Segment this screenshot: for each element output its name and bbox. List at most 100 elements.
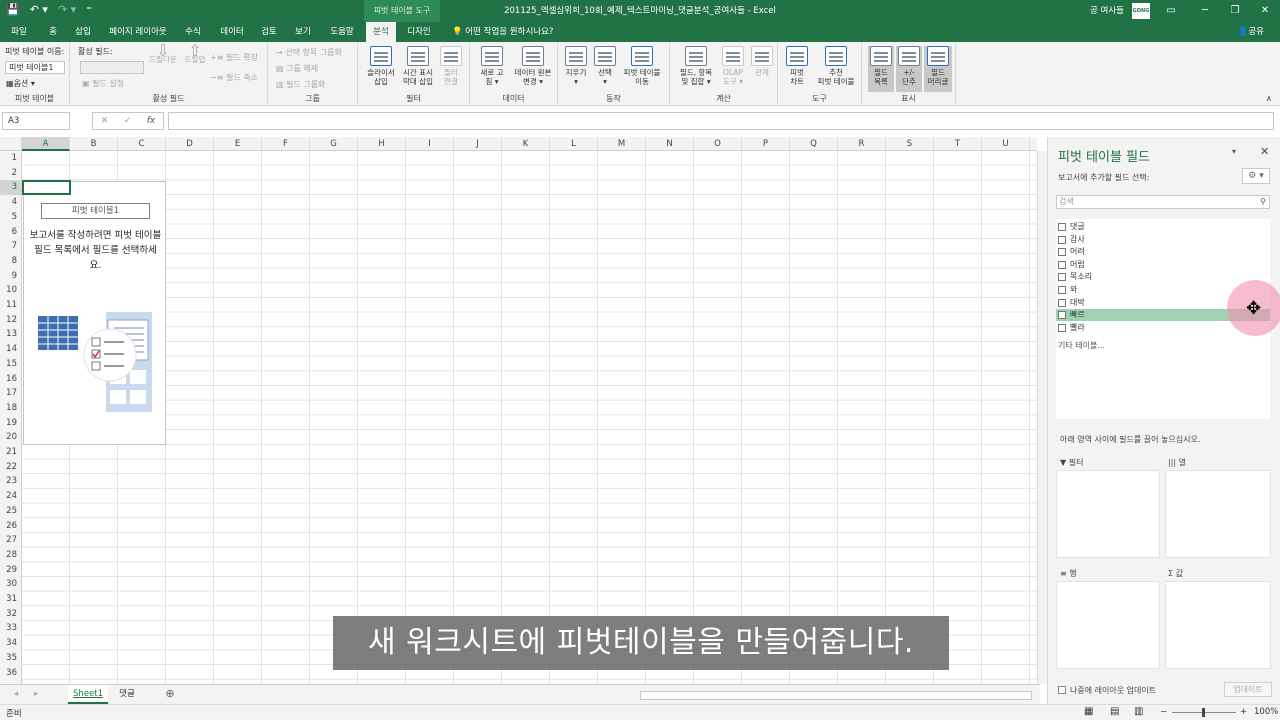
- row-header[interactable]: 28: [0, 548, 22, 563]
- row-header[interactable]: 2: [0, 166, 22, 181]
- group-selection-button[interactable]: → 선택 항목 그룹화: [276, 47, 342, 58]
- row-header[interactable]: 23: [0, 474, 22, 489]
- fields-items-sets-button[interactable]: 필드, 항목 및 집합 ▾: [674, 46, 718, 86]
- row-header[interactable]: 7: [0, 239, 22, 254]
- sheet-tab-comments[interactable]: 댓글: [112, 685, 142, 704]
- field-item[interactable]: 어려: [1056, 246, 1270, 258]
- normal-view-icon[interactable]: ▦: [1084, 706, 1093, 717]
- select-all-corner[interactable]: [0, 137, 22, 151]
- row-header[interactable]: 25: [0, 504, 22, 519]
- tab-review[interactable]: 검토: [254, 22, 284, 42]
- add-sheet-button[interactable]: ⊕: [162, 685, 178, 704]
- column-header[interactable]: J: [454, 137, 502, 151]
- column-header[interactable]: H: [358, 137, 406, 151]
- collapse-field-button[interactable]: −≡ 필드 축소: [210, 72, 258, 83]
- ribbon-display-options-icon[interactable]: ▭: [1156, 0, 1186, 22]
- share-button[interactable]: 👤공유: [1238, 22, 1264, 42]
- ungroup-button[interactable]: ▤ 그룹 해제: [276, 63, 318, 74]
- zoom-out-icon[interactable]: −: [1160, 707, 1167, 717]
- row-header[interactable]: 21: [0, 445, 22, 460]
- undo-icon[interactable]: ↶ ▾: [30, 3, 48, 16]
- close-button[interactable]: ✕: [1250, 0, 1280, 22]
- pane-options-icon[interactable]: ▾: [1232, 147, 1236, 156]
- row-header[interactable]: 17: [0, 386, 22, 401]
- collapse-ribbon-icon[interactable]: ∧: [1266, 94, 1272, 103]
- field-search-input[interactable]: 검색 ⚲: [1056, 195, 1270, 209]
- tab-view[interactable]: 보기: [288, 22, 318, 42]
- values-area[interactable]: [1165, 581, 1271, 669]
- pivot-placeholder[interactable]: 피벗 테이블1 보고서를 작성하려면 피벗 테이블 필드 목록에서 필드를 선택…: [23, 181, 166, 445]
- plus-minus-buttons-toggle[interactable]: +/- 단추: [896, 46, 922, 92]
- field-checkbox[interactable]: [1058, 286, 1066, 294]
- insert-timeline-button[interactable]: 시간 표시 막대 삽입: [400, 46, 436, 86]
- pivotchart-button[interactable]: 피벗 차트: [782, 46, 812, 86]
- expand-field-button[interactable]: +≡ 필드 확장: [210, 52, 258, 63]
- zoom-in-icon[interactable]: +: [1240, 707, 1247, 717]
- field-checkbox[interactable]: [1058, 248, 1066, 256]
- insert-slicer-button[interactable]: 슬라이서 삽입: [362, 46, 400, 86]
- column-header[interactable]: B: [70, 137, 118, 151]
- move-pivottable-button[interactable]: 피벗 테이블 이동: [618, 46, 666, 86]
- horizontal-scrollbar[interactable]: [640, 691, 1032, 700]
- column-header[interactable]: A: [22, 137, 70, 151]
- olap-tools-button[interactable]: OLAP 도구 ▾: [718, 46, 748, 86]
- options-button[interactable]: ▦옵션 ▾: [6, 78, 35, 89]
- gear-icon[interactable]: ⚙ ▾: [1242, 168, 1270, 184]
- save-icon[interactable]: 💾: [6, 3, 20, 16]
- row-header[interactable]: 19: [0, 416, 22, 431]
- column-header[interactable]: I: [406, 137, 454, 151]
- row-header[interactable]: 34: [0, 636, 22, 651]
- row-header[interactable]: 31: [0, 592, 22, 607]
- field-settings-button[interactable]: ▣ 필드 설정: [82, 78, 124, 89]
- cell-area[interactable]: [22, 151, 1037, 684]
- formula-input[interactable]: [168, 112, 1274, 130]
- relationships-button[interactable]: 관계: [748, 46, 776, 77]
- pivot-name-input[interactable]: 피벗 테이블1: [5, 61, 65, 74]
- active-field-input[interactable]: [80, 61, 144, 74]
- page-break-view-icon[interactable]: ▥: [1134, 706, 1143, 717]
- row-header[interactable]: 18: [0, 401, 22, 416]
- rows-area[interactable]: [1056, 581, 1160, 669]
- drill-up-button[interactable]: ⇧ 드릴업: [182, 43, 208, 65]
- defer-layout-update[interactable]: 나중에 레이아웃 업데이트: [1058, 685, 1156, 696]
- row-header[interactable]: 35: [0, 651, 22, 666]
- close-icon[interactable]: ✕: [1260, 145, 1269, 158]
- update-button[interactable]: 업데이트: [1224, 682, 1272, 697]
- row-header[interactable]: 9: [0, 269, 22, 284]
- field-checkbox[interactable]: [1058, 324, 1066, 332]
- field-item[interactable]: 댓글: [1056, 221, 1270, 233]
- row-header[interactable]: 12: [0, 313, 22, 328]
- column-header[interactable]: E: [214, 137, 262, 151]
- column-header[interactable]: M: [598, 137, 646, 151]
- column-header[interactable]: N: [646, 137, 694, 151]
- column-header[interactable]: P: [742, 137, 790, 151]
- column-header[interactable]: S: [886, 137, 934, 151]
- zoom-slider-thumb[interactable]: [1202, 708, 1205, 717]
- tab-formulas[interactable]: 수식: [178, 22, 208, 42]
- filter-connections-button[interactable]: 필터 연결: [438, 46, 464, 86]
- tab-insert[interactable]: 삽입: [68, 22, 98, 42]
- column-header[interactable]: F: [262, 137, 310, 151]
- field-checkbox[interactable]: [1058, 299, 1066, 307]
- avatar[interactable]: GONG: [1132, 3, 1150, 19]
- row-header[interactable]: 15: [0, 357, 22, 372]
- customize-qat-icon[interactable]: ⁼: [86, 3, 92, 16]
- tab-design[interactable]: 디자인: [400, 22, 438, 42]
- vertical-scrollbar[interactable]: [1037, 151, 1047, 684]
- tab-data[interactable]: 데이터: [214, 22, 250, 42]
- column-header[interactable]: C: [118, 137, 166, 151]
- minimize-button[interactable]: ─: [1190, 0, 1220, 22]
- column-header[interactable]: G: [310, 137, 358, 151]
- columns-area[interactable]: [1165, 470, 1271, 558]
- row-header[interactable]: 22: [0, 460, 22, 475]
- row-header[interactable]: 24: [0, 489, 22, 504]
- row-header[interactable]: 6: [0, 225, 22, 240]
- enter-icon[interactable]: ✓: [124, 113, 132, 129]
- field-headers-toggle[interactable]: 필드 머리글: [924, 46, 952, 92]
- row-header[interactable]: 33: [0, 621, 22, 636]
- row-header[interactable]: 27: [0, 533, 22, 548]
- clear-button[interactable]: 지우기 ▾: [562, 46, 590, 86]
- row-header[interactable]: 26: [0, 519, 22, 534]
- column-header[interactable]: D: [166, 137, 214, 151]
- zoom-level[interactable]: 100%: [1254, 707, 1278, 717]
